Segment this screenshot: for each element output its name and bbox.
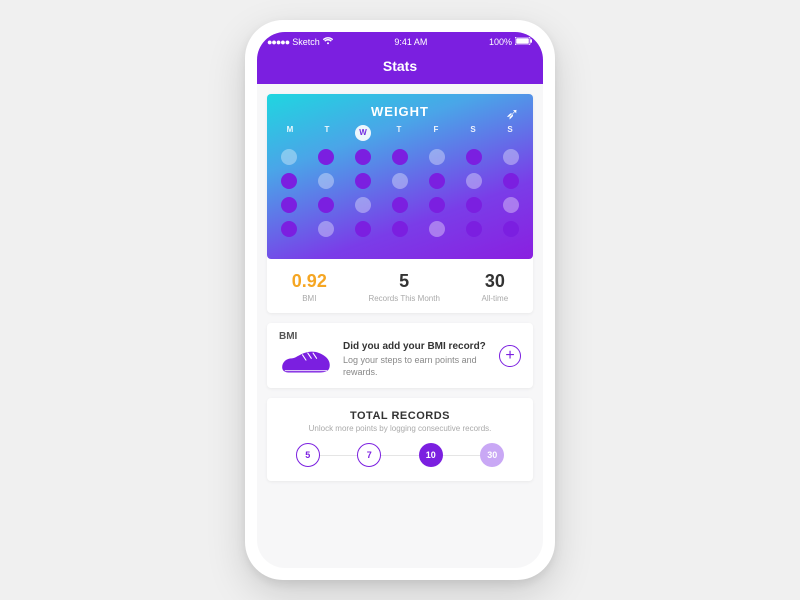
signal-icon: ●●●●● (267, 37, 289, 47)
stat-label: All-time (482, 294, 509, 303)
bmi-tag: BMI (279, 331, 297, 342)
total-records-card: TOTAL RECORDS Unlock more points by logg… (267, 398, 533, 481)
day-labels: M T W T F S S (281, 125, 519, 141)
activity-dot (392, 197, 408, 213)
activity-dot (392, 149, 408, 165)
milestone-badge[interactable]: 7 (357, 443, 381, 467)
activity-dot (429, 173, 445, 189)
milestone-badge[interactable]: 5 (296, 443, 320, 467)
dot-row (281, 173, 519, 189)
battery-label: 100% (489, 37, 512, 47)
expand-arrow-icon[interactable]: ➶ (506, 104, 519, 124)
bmi-subtitle: Log your steps to earn points and reward… (343, 355, 489, 378)
activity-dot (355, 173, 371, 189)
carrier-label: Sketch (292, 37, 320, 47)
day-label: M (281, 125, 299, 141)
content: WEIGHT ➶ M T W T F S S 0.92 (257, 84, 543, 568)
phone-frame: ●●●●● Sketch 9:41 AM 100% Stats WEIGHT ➶ (245, 20, 555, 580)
activity-dot (466, 221, 482, 237)
activity-dot (392, 173, 408, 189)
activity-dot (466, 173, 482, 189)
weight-title: WEIGHT (281, 104, 519, 119)
status-bar: ●●●●● Sketch 9:41 AM 100% (257, 32, 543, 52)
day-label: T (318, 125, 336, 141)
milestones-row: 5 7 10 30 (277, 443, 523, 467)
dot-grid (281, 149, 519, 237)
dot-row (281, 149, 519, 165)
day-label: F (427, 125, 445, 141)
activity-dot (355, 221, 371, 237)
stat-records-month: 5 Records This Month (368, 271, 439, 303)
day-label: T (390, 125, 408, 141)
stat-value: 0.92 (292, 271, 327, 292)
milestone-badge[interactable]: 10 (419, 443, 443, 467)
activity-dot (503, 149, 519, 165)
activity-dot (466, 197, 482, 213)
activity-dot (318, 149, 334, 165)
battery-icon (515, 37, 533, 47)
status-left: ●●●●● Sketch (267, 37, 333, 47)
weight-card: WEIGHT ➶ M T W T F S S 0.92 (267, 94, 533, 313)
activity-dot (355, 197, 371, 213)
activity-dot (466, 149, 482, 165)
activity-dot (429, 197, 445, 213)
activity-dot (281, 149, 297, 165)
activity-dot (503, 197, 519, 213)
records-title: TOTAL RECORDS (277, 410, 523, 422)
activity-dot (429, 221, 445, 237)
dot-row (281, 197, 519, 213)
day-label: S (501, 125, 519, 141)
activity-dot (429, 149, 445, 165)
activity-dot (318, 221, 334, 237)
milestone-badge[interactable]: 30 (480, 443, 504, 467)
day-label: S (464, 125, 482, 141)
shoe-icon (279, 346, 333, 376)
wifi-icon (323, 37, 333, 47)
activity-dot (503, 173, 519, 189)
activity-dot (355, 149, 371, 165)
bmi-prompt-card: BMI Did you add your BMI record? Log you… (267, 323, 533, 388)
status-time: 9:41 AM (394, 37, 427, 47)
activity-dot (318, 197, 334, 213)
stat-label: Records This Month (368, 294, 439, 303)
stat-all-time: 30 All-time (482, 271, 509, 303)
dot-row (281, 221, 519, 237)
bmi-text: Did you add your BMI record? Log your st… (343, 341, 489, 378)
stat-label: BMI (292, 294, 327, 303)
activity-dot (281, 221, 297, 237)
day-label-active[interactable]: W (355, 125, 371, 141)
status-right: 100% (489, 37, 533, 47)
activity-dot (503, 221, 519, 237)
activity-dot (318, 173, 334, 189)
activity-dot (281, 173, 297, 189)
activity-dot (281, 197, 297, 213)
nav-title: Stats (257, 52, 543, 84)
stats-row: 0.92 BMI 5 Records This Month 30 All-tim… (267, 259, 533, 313)
weight-panel[interactable]: WEIGHT ➶ M T W T F S S (267, 94, 533, 259)
stat-bmi: 0.92 BMI (292, 271, 327, 303)
add-record-button[interactable]: + (499, 345, 521, 367)
records-subtitle: Unlock more points by logging consecutiv… (277, 424, 523, 433)
stat-value: 5 (368, 271, 439, 292)
bmi-title: Did you add your BMI record? (343, 341, 489, 352)
activity-dot (392, 221, 408, 237)
stat-value: 30 (482, 271, 509, 292)
screen: ●●●●● Sketch 9:41 AM 100% Stats WEIGHT ➶ (257, 32, 543, 568)
